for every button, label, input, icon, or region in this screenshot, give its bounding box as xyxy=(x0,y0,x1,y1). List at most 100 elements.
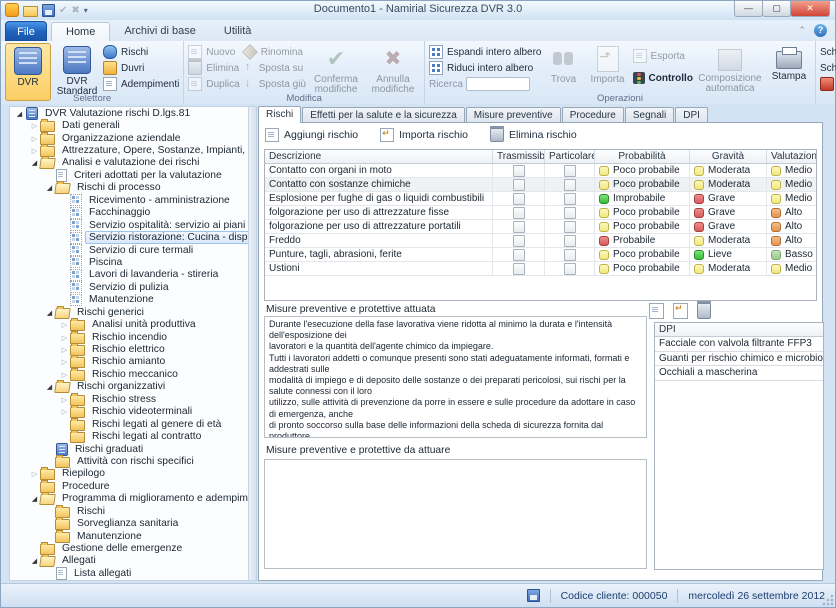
risk-probabilita-cell[interactable]: Poco probabile xyxy=(595,164,690,177)
risk-gravita-cell[interactable]: Moderata xyxy=(690,262,767,275)
trasmissibile-checkbox[interactable] xyxy=(513,221,525,233)
tree-expander-icon[interactable] xyxy=(44,307,55,318)
particolare-checkbox[interactable] xyxy=(564,263,576,275)
tree-item[interactable]: Criteri adottati per la valutazione xyxy=(10,169,256,181)
file-menu-button[interactable]: File xyxy=(5,21,47,41)
tree-item[interactable]: Ricevimento - amministrazione xyxy=(10,194,256,206)
risk-probabilita-cell[interactable]: Probabile xyxy=(595,234,690,247)
col-descrizione[interactable]: Descrizione xyxy=(265,150,493,163)
misure-da-attuare-textarea[interactable] xyxy=(264,459,647,569)
tree-expander-icon[interactable] xyxy=(14,108,25,119)
tree-item[interactable]: Manutenzione xyxy=(10,530,256,542)
tree-item[interactable]: Attrezzature, Opere, Sostanze, Impianti,… xyxy=(10,144,256,156)
tree-item[interactable]: Rischio videoterminali xyxy=(10,406,256,418)
dpi-add-icon[interactable] xyxy=(649,303,664,319)
risk-probabilita-cell[interactable]: Poco probabile xyxy=(595,262,690,275)
tree-item[interactable]: Lista allegati xyxy=(10,567,256,579)
tree-expander-icon[interactable] xyxy=(59,406,70,417)
tree-expander-icon[interactable] xyxy=(59,369,70,380)
risk-table-row[interactable]: folgorazione per uso di attrezzature por… xyxy=(265,220,816,234)
tree-item[interactable]: Rischio elettrico xyxy=(10,343,256,355)
dpi-delete-icon[interactable] xyxy=(697,303,711,319)
risk-gravita-cell[interactable]: Grave xyxy=(690,220,767,233)
riduci-albero-button[interactable]: Riduci intero albero xyxy=(429,61,542,75)
tree-item[interactable]: Dati generali xyxy=(10,119,256,131)
tree-item[interactable]: Analisi e valutazione dei rischi xyxy=(10,157,256,169)
rischi-button[interactable]: Rischi xyxy=(103,45,179,59)
adempimenti-button[interactable]: Adempimenti xyxy=(103,77,179,91)
particolare-checkbox[interactable] xyxy=(564,221,576,233)
panel-tab[interactable]: Misure preventive xyxy=(466,107,561,123)
elimina-rischio-button[interactable]: Elimina rischio xyxy=(490,128,577,142)
risk-gravita-cell[interactable]: Lieve xyxy=(690,248,767,261)
tree-expander-icon[interactable] xyxy=(29,468,40,479)
resize-grip[interactable] xyxy=(822,594,834,606)
panel-tab[interactable]: Segnali xyxy=(625,107,674,123)
particolare-checkbox[interactable] xyxy=(564,165,576,177)
risk-table-row[interactable]: Contatto con organi in moto Poco probabi… xyxy=(265,164,816,178)
risk-valutazione-cell[interactable]: Medio xyxy=(767,192,816,205)
tree-item[interactable]: Facchinaggio xyxy=(10,207,256,219)
risk-gravita-cell[interactable]: Grave xyxy=(690,192,767,205)
panel-tab[interactable]: Rischi xyxy=(258,106,301,123)
panel-tab[interactable]: DPI xyxy=(675,107,708,123)
particolare-checkbox[interactable] xyxy=(564,207,576,219)
misure-attuate-textarea[interactable]: Durante l'esecuzione della fase lavorati… xyxy=(264,316,647,438)
tree-item[interactable]: Rischio meccanico xyxy=(10,368,256,380)
risk-probabilita-cell[interactable]: Poco probabile xyxy=(595,220,690,233)
risk-probabilita-cell[interactable]: Poco probabile xyxy=(595,248,690,261)
risk-gravita-cell[interactable]: Moderata xyxy=(690,178,767,191)
aggiungi-rischio-button[interactable]: Aggiungi rischio xyxy=(265,128,358,142)
tree-scrollbar[interactable] xyxy=(248,107,256,580)
tree-item[interactable]: Rischi xyxy=(10,505,256,517)
tree-item[interactable]: Servizio ospitalità: servizio ai piani -… xyxy=(10,219,256,231)
tree-item[interactable]: Organizzazione aziendale xyxy=(10,132,256,144)
nuovo-button[interactable]: Nuovo xyxy=(188,45,239,59)
col-particolare[interactable]: Particolare xyxy=(545,150,595,163)
risk-valutazione-cell[interactable]: Medio xyxy=(767,262,816,275)
maximize-button[interactable]: ▢ xyxy=(762,1,791,17)
rinomina-button[interactable]: Rinomina xyxy=(243,45,306,59)
trasmissibile-checkbox[interactable] xyxy=(513,207,525,219)
risk-gravita-cell[interactable]: Grave xyxy=(690,206,767,219)
tree-expander-icon[interactable] xyxy=(29,493,40,504)
tree-expander-icon[interactable] xyxy=(59,332,70,343)
ribbon-collapse-icon[interactable]: ⌃ xyxy=(798,25,806,36)
sposta-giu-button[interactable]: Sposta giù xyxy=(243,77,306,91)
trasmissibile-checkbox[interactable] xyxy=(513,249,525,261)
tree-expander-icon[interactable] xyxy=(29,120,40,131)
risk-valutazione-cell[interactable]: Alto xyxy=(767,234,816,247)
tree-item[interactable]: Rischio stress xyxy=(10,393,256,405)
ribbon-tab[interactable]: Utilità xyxy=(210,22,266,41)
risk-gravita-cell[interactable]: Moderata xyxy=(690,164,767,177)
tree-item[interactable]: Analisi unità produttiva xyxy=(10,318,256,330)
col-gravita[interactable]: Gravità xyxy=(690,150,767,163)
tree-expander-icon[interactable] xyxy=(59,319,70,330)
tree-item[interactable]: Piscina xyxy=(10,256,256,268)
tree-item[interactable]: Sorveglianza sanitaria xyxy=(10,517,256,529)
particolare-checkbox[interactable] xyxy=(564,193,576,205)
tree-expander-icon[interactable] xyxy=(44,182,55,193)
ribbon-tab[interactable]: Archivi di base xyxy=(110,22,210,41)
sposta-su-button[interactable]: Sposta su xyxy=(243,61,306,75)
dpi-item[interactable]: Occhiali a mascherina xyxy=(655,366,823,381)
tree-item[interactable]: Servizio di pulizia xyxy=(10,281,256,293)
tree-expander-icon[interactable] xyxy=(59,394,70,405)
risk-valutazione-cell[interactable]: Alto xyxy=(767,220,816,233)
risk-probabilita-cell[interactable]: Poco probabile xyxy=(595,178,690,191)
particolare-checkbox[interactable] xyxy=(564,249,576,261)
particolare-checkbox[interactable] xyxy=(564,235,576,247)
tree-item[interactable]: Rischi graduati xyxy=(10,443,256,455)
col-valutazione[interactable]: Valutazione xyxy=(767,150,816,163)
panel-tab[interactable]: Procedure xyxy=(562,107,624,123)
risk-valutazione-cell[interactable]: Medio xyxy=(767,178,816,191)
schermo-1280-button[interactable]: Schermo 1280x1024 xyxy=(820,61,836,75)
tree-item[interactable]: Lavori di lavanderia - stireria xyxy=(10,269,256,281)
trasmissibile-checkbox[interactable] xyxy=(513,263,525,275)
dpi-list-header[interactable]: DPI xyxy=(655,323,823,337)
risk-table-row[interactable]: Freddo Probabile Moderata xyxy=(265,234,816,248)
col-trasmissibile[interactable]: Trasmissibile xyxy=(493,150,545,163)
tree-item[interactable]: Servizio ristorazione: Cucina - dispensa xyxy=(10,231,256,243)
trasmissibile-checkbox[interactable] xyxy=(513,165,525,177)
help-icon[interactable]: ? xyxy=(814,24,827,37)
